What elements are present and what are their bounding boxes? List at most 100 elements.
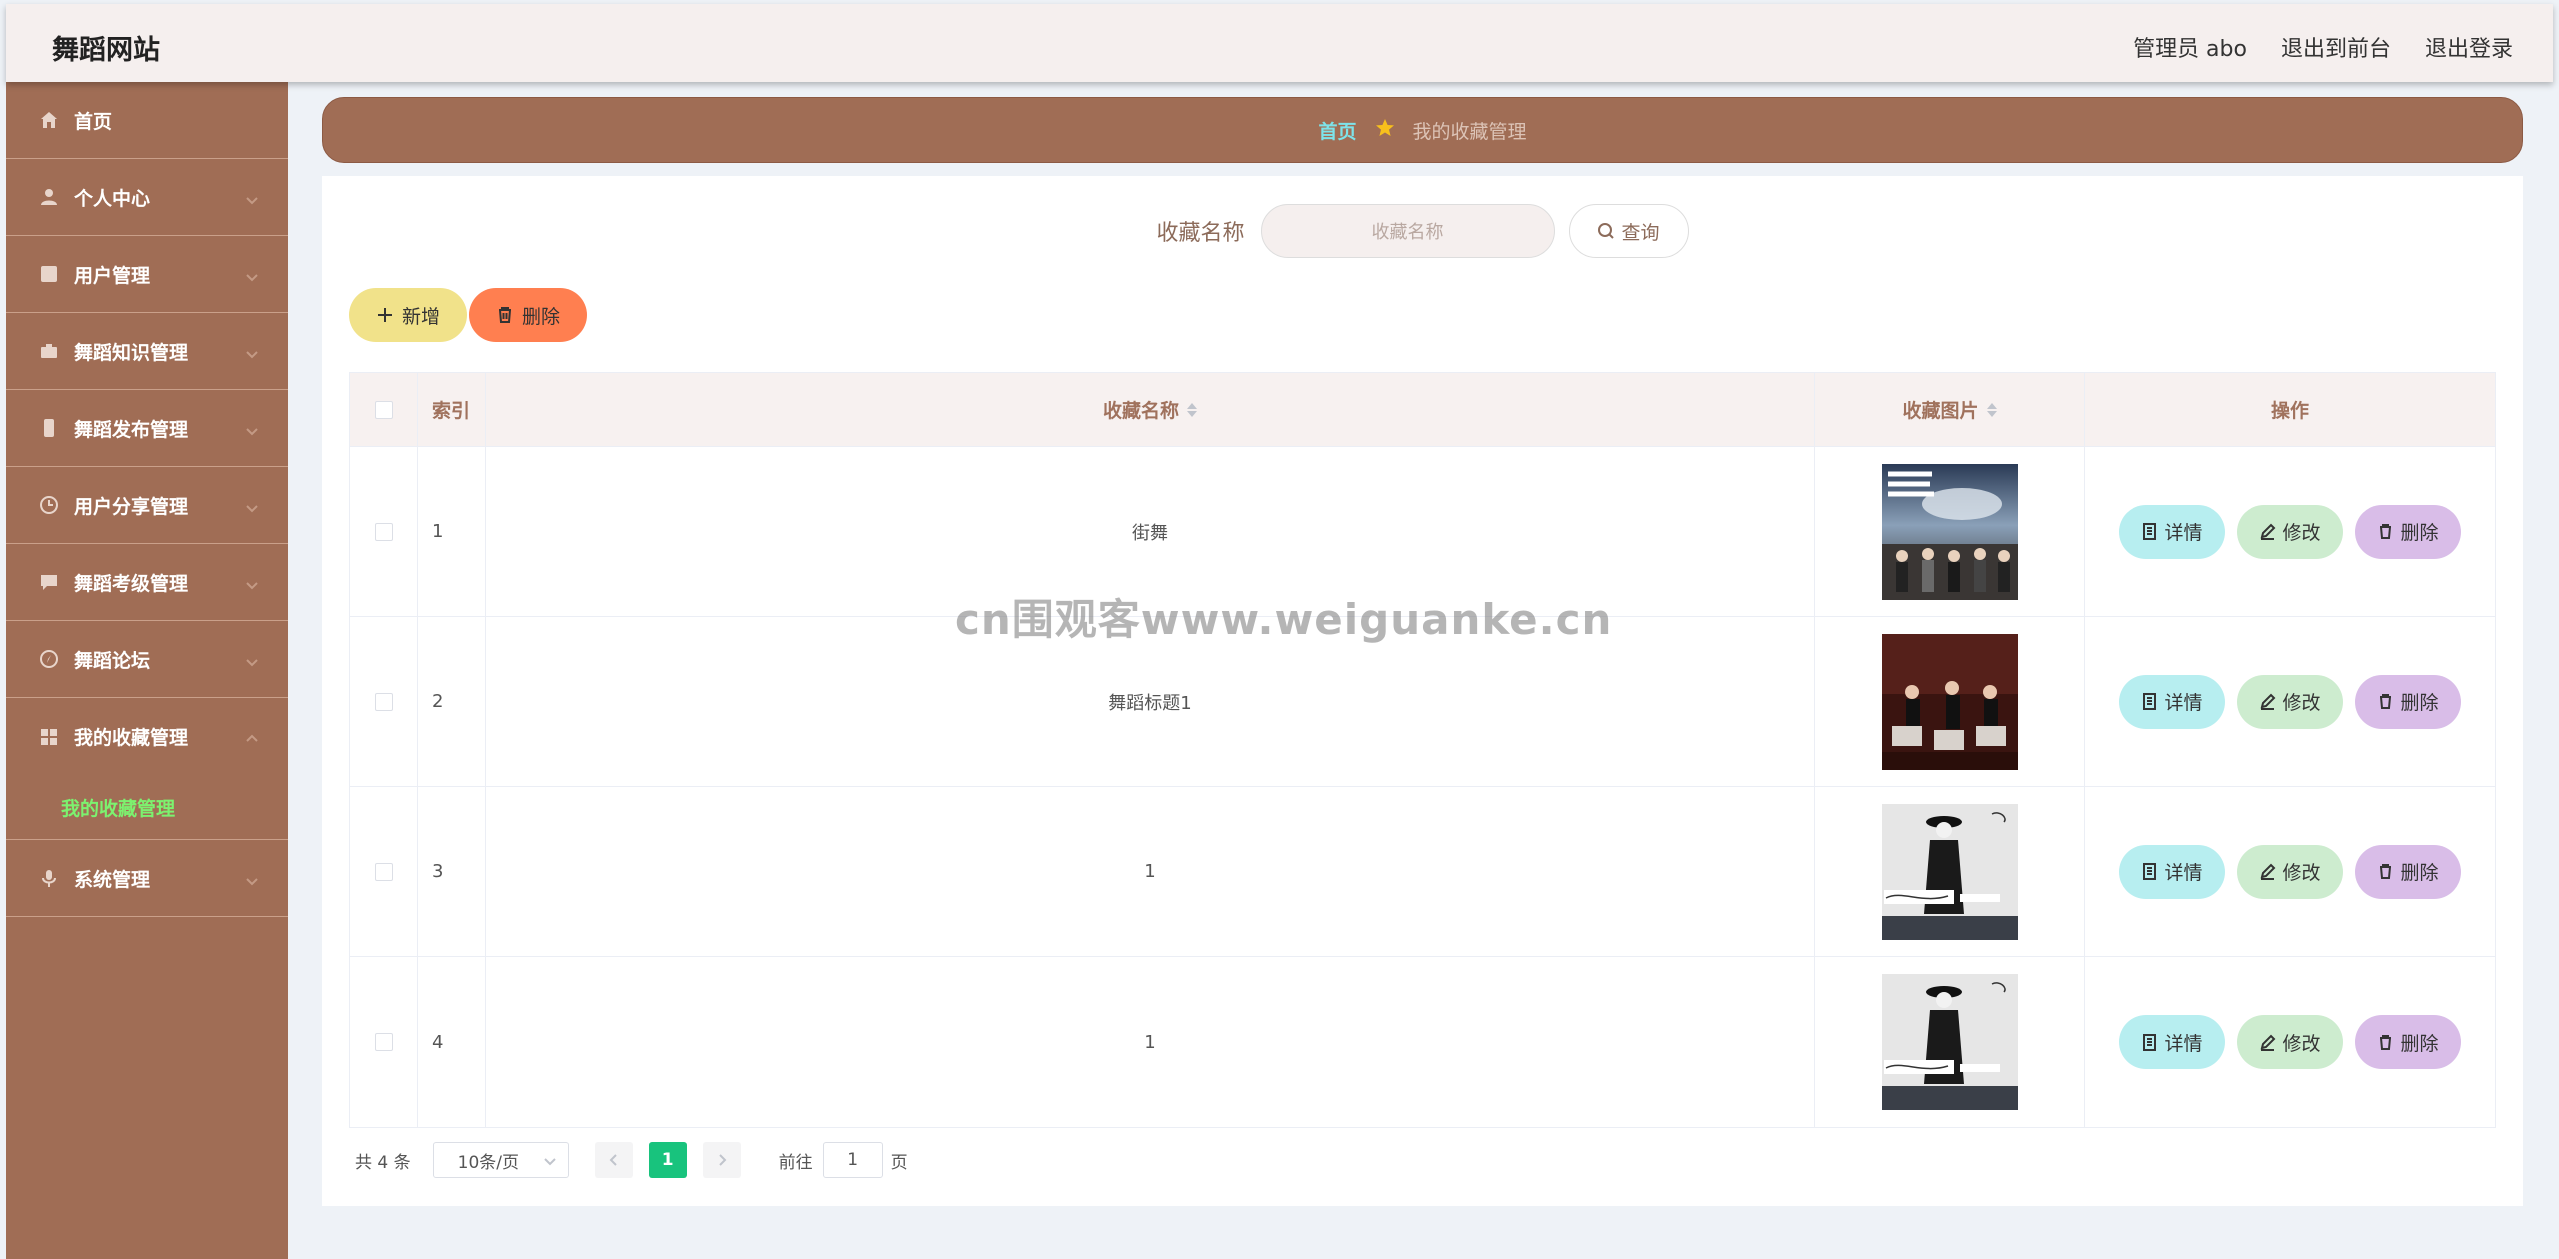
chevron-down-icon [246, 574, 258, 590]
page-size-select[interactable]: 10条/页 [432, 1142, 569, 1178]
sidebar-item-exam[interactable]: 舞蹈考级管理 [6, 544, 288, 621]
chevron-down-icon [246, 420, 258, 436]
sidebar-item-label: 首页 [74, 110, 113, 133]
delete-button[interactable]: 删除 [2355, 1015, 2461, 1069]
sidebar-item-label: 系统管理 [74, 868, 151, 891]
column-header-name[interactable]: 收藏名称 [486, 373, 1815, 446]
delete-label: 删除 [2400, 862, 2439, 884]
goto-label: 前往 [778, 1152, 813, 1173]
page-size-value: 10条/页 [457, 1152, 519, 1173]
front-link[interactable]: 退出到前台 [2281, 31, 2391, 63]
sort-icon[interactable] [1986, 402, 1997, 417]
row-index: 1 [418, 447, 486, 616]
favorite-thumbnail[interactable] [1881, 803, 2018, 940]
search-button[interactable]: 查询 [1568, 204, 1689, 258]
favorite-thumbnail[interactable] [1881, 974, 2018, 1110]
detail-button[interactable]: 详情 [2119, 1015, 2225, 1069]
favorites-table: 索引 收藏名称 收藏图片 操作 1 街舞 详情 修改 删除 2 舞蹈标题1 详情… [349, 372, 2496, 1128]
edit-button[interactable]: 修改 [2237, 844, 2343, 899]
sidebar-item-profile[interactable]: 个人中心 [6, 159, 288, 236]
bulk-delete-button[interactable]: 删除 [469, 288, 587, 342]
row-index: 3 [418, 787, 486, 956]
next-page-button[interactable] [702, 1142, 741, 1178]
sidebar-item-label: 舞蹈考级管理 [74, 572, 189, 595]
sidebar-item-forum[interactable]: 舞蹈论坛 [6, 621, 288, 698]
sidebar-item-label: 舞蹈知识管理 [74, 341, 189, 364]
chevron-down-icon [246, 651, 258, 667]
delete-label: 删除 [2400, 522, 2439, 544]
favorite-thumbnail[interactable] [1881, 633, 2018, 770]
site-logo[interactable]: 舞蹈网站 [52, 28, 160, 67]
sidebar-item-share[interactable]: 用户分享管理 [6, 467, 288, 544]
delete-button[interactable]: 删除 [2355, 504, 2461, 559]
chat-icon [38, 571, 60, 593]
trash-icon [2380, 864, 2392, 879]
select-all-checkbox[interactable] [374, 400, 393, 419]
prev-page-button[interactable] [594, 1142, 633, 1178]
detail-button[interactable]: 详情 [2119, 504, 2225, 559]
top-bar: 舞蹈网站 管理员 abo 退出到前台 退出登录 [6, 4, 2553, 82]
goto-page-input[interactable]: 1 [822, 1142, 883, 1178]
pencil-icon [2261, 693, 2276, 710]
row-checkbox[interactable] [374, 862, 393, 881]
pencil-icon [2261, 1034, 2276, 1051]
sidebar-item-favorites[interactable]: 我的收藏管理 [6, 698, 288, 775]
search-row: 收藏名称 收藏名称 查询 [322, 204, 2523, 258]
document-icon [2143, 523, 2157, 540]
pencil-icon [2261, 863, 2276, 880]
sidebar-item-knowledge[interactable]: 舞蹈知识管理 [6, 313, 288, 390]
favorite-thumbnail[interactable] [1881, 463, 2018, 600]
row-index: 2 [418, 617, 486, 786]
delete-button[interactable]: 删除 [2355, 844, 2461, 899]
submenu-item-favorites[interactable]: 我的收藏管理 [6, 775, 288, 840]
detail-button[interactable]: 详情 [2119, 674, 2225, 729]
chevron-right-icon [718, 1154, 727, 1166]
watermark: cn围观客www.weiguanke.cn [955, 595, 1613, 644]
bulk-delete-label: 删除 [521, 305, 560, 328]
edit-label: 修改 [2282, 522, 2321, 544]
delete-button[interactable]: 删除 [2355, 674, 2461, 729]
sidebar-item-system[interactable]: 系统管理 [6, 840, 288, 917]
sidebar-item-users[interactable]: 用户管理 [6, 236, 288, 313]
column-header-image[interactable]: 收藏图片 [1815, 373, 2085, 446]
edit-label: 修改 [2282, 692, 2321, 714]
delete-label: 删除 [2400, 692, 2439, 714]
row-checkbox[interactable] [374, 522, 393, 541]
column-header-name-label: 收藏名称 [1102, 400, 1179, 422]
home-icon [38, 109, 60, 131]
sidebar-item-home[interactable]: 首页 [6, 82, 288, 159]
sidebar-item-label: 我的收藏管理 [74, 727, 189, 749]
trash-icon [2380, 694, 2392, 709]
add-button[interactable]: 新增 [349, 288, 467, 342]
logout-link[interactable]: 退出登录 [2425, 31, 2513, 63]
detail-label: 详情 [2164, 692, 2203, 714]
admin-user-link[interactable]: 管理员 abo [2133, 31, 2247, 63]
checkbox-icon [38, 263, 60, 285]
sort-icon[interactable] [1187, 402, 1197, 417]
edit-label: 修改 [2282, 862, 2321, 884]
table-row: 3 1 详情 修改 删除 [350, 787, 2495, 957]
detail-button[interactable]: 详情 [2119, 844, 2225, 899]
search-input[interactable]: 收藏名称 [1260, 204, 1555, 258]
breadcrumb-home[interactable]: 首页 [1318, 117, 1356, 144]
briefcase-icon [38, 340, 60, 362]
star-icon [1375, 118, 1395, 143]
edit-button[interactable]: 修改 [2237, 504, 2343, 559]
row-index: 4 [418, 957, 486, 1127]
edit-button[interactable]: 修改 [2237, 674, 2343, 729]
plus-icon [377, 308, 392, 322]
sidebar-item-publish[interactable]: 舞蹈发布管理 [6, 390, 288, 467]
sidebar: 首页 个人中心 用户管理 舞蹈知识管理 舞蹈发布管理 用户分享管理 舞蹈考级管理… [6, 82, 288, 1259]
search-button-label: 查询 [1621, 221, 1660, 244]
row-checkbox[interactable] [374, 692, 393, 711]
chevron-down-icon [543, 1158, 556, 1166]
detail-label: 详情 [2164, 1032, 2203, 1055]
table-header: 索引 收藏名称 收藏图片 操作 [350, 373, 2495, 447]
user-icon [38, 186, 60, 208]
chevron-down-icon [246, 266, 258, 282]
compass-icon [38, 648, 60, 670]
action-bar: 新增 删除 [349, 288, 587, 342]
row-checkbox[interactable] [374, 1033, 393, 1051]
page-number-1[interactable]: 1 [648, 1142, 687, 1178]
edit-button[interactable]: 修改 [2237, 1015, 2343, 1069]
